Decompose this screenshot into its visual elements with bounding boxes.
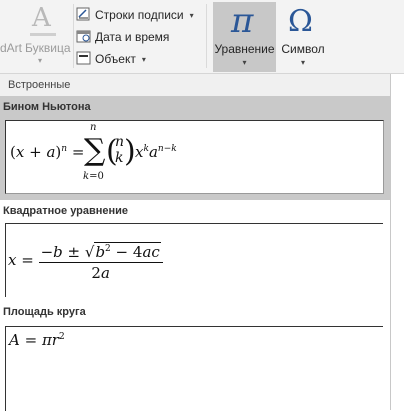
sum-lower-limit: k=0 xyxy=(83,171,104,182)
gallery-item-title: Площадь круга xyxy=(3,306,86,318)
wordart-button[interactable]: dArt xyxy=(0,0,22,70)
binomial-coefficient: nk xyxy=(115,134,125,166)
signature-line-icon xyxy=(76,7,90,21)
gallery-item-title: Бином Ньютона xyxy=(3,101,91,113)
omega-icon: Ω xyxy=(288,4,313,39)
chevron-down-icon: ▾ xyxy=(242,58,247,67)
ribbon-separator xyxy=(206,4,207,68)
equation-gallery: Встроенные Бином Ньютона (x + a)n = ∑ n … xyxy=(0,74,391,411)
sum-upper-limit: n xyxy=(90,122,97,133)
formula-preview: (x + a)n = ∑ n k=0 ( nk ) xkan−k xyxy=(5,120,384,194)
chevron-down-icon: ▾ xyxy=(38,56,43,65)
chevron-down-icon: ▾ xyxy=(141,55,146,64)
drop-cap-button[interactable]: A Буквица ▾ xyxy=(22,0,72,70)
gallery-section-title: Встроенные xyxy=(0,74,390,96)
chevron-down-icon: ▾ xyxy=(300,58,305,67)
equation-label: Уравнение xyxy=(214,42,275,56)
gallery-item-quadratic[interactable]: Квадратное уравнение x = −b ± √b2 − 4ac … xyxy=(0,200,390,300)
pi-icon: π xyxy=(231,1,254,41)
date-time-button[interactable]: Дата и время xyxy=(76,28,169,47)
formula-preview: x = −b ± √b2 − 4ac 2a xyxy=(5,223,383,297)
object-button[interactable]: Объект ▾ xyxy=(76,50,146,69)
object-icon xyxy=(76,51,91,65)
equation-button[interactable]: π Уравнение ▾ xyxy=(213,2,276,72)
symbol-label: Символ xyxy=(281,42,325,56)
ribbon-separator xyxy=(73,4,74,68)
ribbon-insert-toolbar: dArt A Буквица ▾ Строки подписи ▾ Дата и … xyxy=(0,0,404,74)
signature-line-button[interactable]: Строки подписи ▾ xyxy=(76,6,194,25)
formula-preview: A = πr2 xyxy=(5,326,383,411)
quadratic-formula: x = −b ± √b2 − 4ac 2a xyxy=(8,239,163,283)
chevron-down-icon: ▾ xyxy=(189,11,194,20)
binomial-formula: (x + a)n = xyxy=(10,143,85,161)
signature-line-label: Строки подписи xyxy=(95,8,184,22)
binomial-terms: xkan−k xyxy=(135,143,177,161)
drop-cap-icon: A xyxy=(32,3,51,33)
wordart-label: dArt xyxy=(0,41,23,55)
object-label: Объект xyxy=(95,52,136,66)
calendar-icon xyxy=(76,30,91,43)
gallery-item-binomial[interactable]: Бином Ньютона (x + a)n = ∑ n k=0 ( nk ) … xyxy=(0,96,390,200)
gallery-item-circle-area[interactable]: Площадь круга A = πr2 xyxy=(0,300,390,411)
date-time-label: Дата и время xyxy=(95,30,170,44)
drop-cap-label: Буквица xyxy=(25,41,71,55)
gallery-item-title: Квадратное уравнение xyxy=(3,205,129,217)
binomial-close-paren: ) xyxy=(124,134,136,169)
circle-area-formula: A = πr2 xyxy=(9,331,65,349)
drop-cap-icon-bar xyxy=(30,33,56,36)
symbol-button[interactable]: Ω Символ ▾ xyxy=(278,2,328,72)
